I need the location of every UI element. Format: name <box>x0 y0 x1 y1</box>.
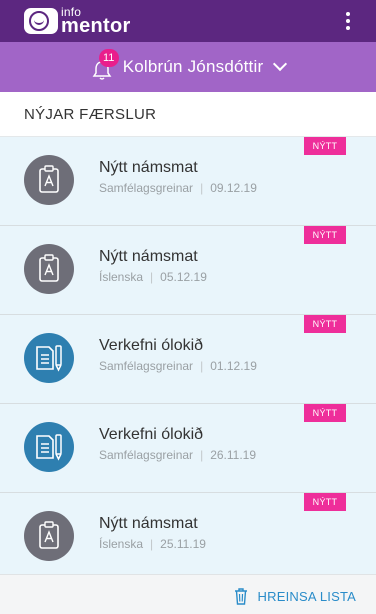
smiley-logo-icon <box>24 8 58 34</box>
item-subject: Íslenska <box>99 270 144 284</box>
new-badge: NÝTT <box>304 404 346 422</box>
item-title: Nýtt námsmat <box>99 515 198 532</box>
item-title: Nýtt námsmat <box>99 248 198 265</box>
item-subject: Samfélagsgreinar <box>99 448 194 462</box>
app-header: info mentor <box>0 0 376 42</box>
assessment-icon <box>24 511 74 561</box>
item-date: 01.12.19 <box>210 359 257 373</box>
news-list: Nýtt námsmat Samfélagsgreinar | 09.12.19 N… <box>0 137 376 582</box>
assignment-icon <box>24 422 74 472</box>
section-header: NÝJAR FÆRSLUR <box>0 92 376 137</box>
infomentor-logo[interactable]: info mentor <box>24 5 131 37</box>
item-subject: Samfélagsgreinar <box>99 181 194 195</box>
chevron-down-icon[interactable] <box>273 56 288 72</box>
new-badge: NÝTT <box>304 493 346 511</box>
notifications-button[interactable]: 11 <box>91 49 119 80</box>
new-badge: NÝTT <box>304 315 346 333</box>
trash-icon <box>234 587 247 605</box>
item-title: Verkefni ólokið <box>99 426 204 443</box>
item-subject: Samfélagsgreinar <box>99 359 194 373</box>
user-switcher[interactable]: 11 Kolbrún Jónsdóttir <box>0 42 376 92</box>
list-item[interactable]: Verkefni ólokið Samfélagsgreinar | 01.12.1… <box>0 315 376 404</box>
list-item[interactable]: Nýtt námsmat Íslenska | 05.12.19 NÝTT <box>0 226 376 315</box>
new-badge: NÝTT <box>304 226 346 244</box>
new-badge: NÝTT <box>304 137 346 155</box>
notification-count-badge: 11 <box>98 49 119 67</box>
item-title: Nýtt námsmat <box>99 159 198 176</box>
assessment-icon <box>24 244 74 294</box>
item-date: 09.12.19 <box>210 181 257 195</box>
assessment-icon <box>24 155 74 205</box>
clear-list-button[interactable]: HREINSA LISTA <box>234 585 356 607</box>
logo-text-big: mentor <box>61 15 131 37</box>
item-title: Verkefni ólokið <box>99 337 204 354</box>
list-item[interactable]: Nýtt námsmat Íslenska | 25.11.19 NÝTT <box>0 493 376 582</box>
assignment-icon <box>24 333 74 383</box>
clear-list-label: HREINSA LISTA <box>257 588 356 604</box>
item-date: 25.11.19 <box>160 537 206 551</box>
item-date: 05.12.19 <box>160 270 207 284</box>
list-item[interactable]: Nýtt námsmat Samfélagsgreinar | 09.12.19 N… <box>0 137 376 226</box>
section-title: NÝJAR FÆRSLUR <box>24 106 157 123</box>
list-item[interactable]: Verkefni ólokið Samfélagsgreinar | 26.11.1… <box>0 404 376 493</box>
user-name: Kolbrún Jónsdóttir <box>122 57 264 76</box>
item-subject: Íslenska <box>99 537 144 551</box>
list-footer: HREINSA LISTA <box>0 574 376 614</box>
more-options-icon[interactable] <box>342 10 354 32</box>
item-date: 26.11.19 <box>210 448 257 462</box>
